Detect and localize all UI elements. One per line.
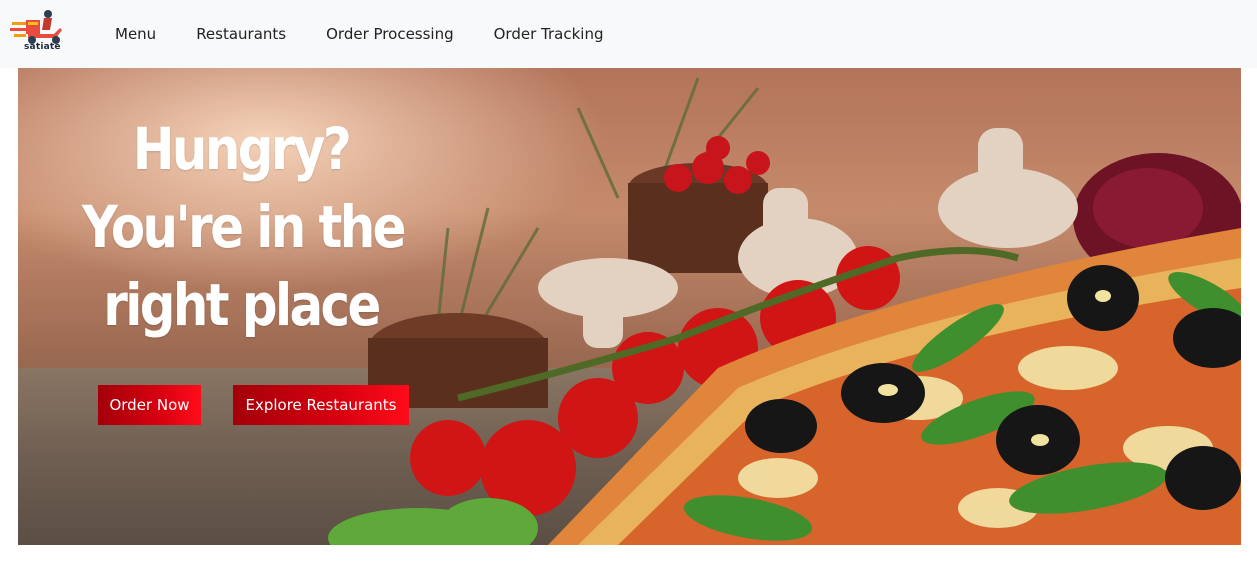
nav-links: Menu Restaurants Order Processing Order … [95, 0, 623, 68]
headline-line-3: right place [103, 271, 381, 339]
order-now-button[interactable]: Order Now [98, 385, 201, 425]
hero-banner: Hungry? You're in the right place Order … [18, 68, 1241, 545]
brand-logo[interactable]: satiate [10, 8, 66, 56]
explore-restaurants-button[interactable]: Explore Restaurants [233, 385, 409, 425]
nav-link-order-processing[interactable]: Order Processing [306, 25, 474, 43]
navbar: satiate Menu Restaurants Order Processin… [0, 0, 1257, 68]
nav-link-restaurants[interactable]: Restaurants [176, 25, 306, 43]
hero-headline: Hungry? You're in the right place [81, 110, 407, 344]
headline-line-2: You're in the [81, 193, 407, 261]
headline-line-1: Hungry? [132, 115, 352, 183]
nav-link-menu[interactable]: Menu [95, 25, 176, 43]
nav-link-order-tracking[interactable]: Order Tracking [474, 25, 624, 43]
brand-name: satiate [24, 42, 61, 52]
